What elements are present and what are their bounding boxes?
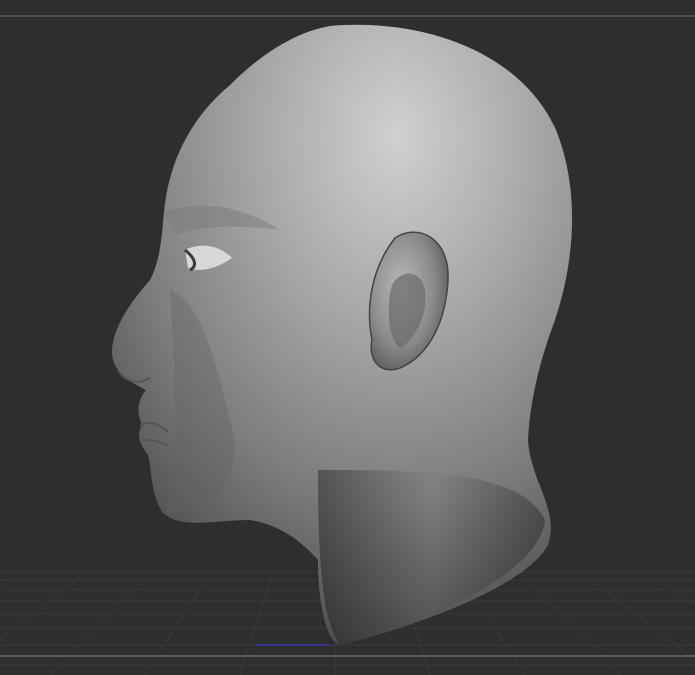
head-model[interactable] bbox=[112, 24, 573, 646]
grid-line bbox=[520, 571, 621, 675]
grid-line bbox=[0, 571, 88, 641]
grid-line bbox=[643, 571, 695, 605]
grid-line bbox=[582, 571, 695, 661]
grid-line bbox=[49, 571, 150, 675]
grid-line bbox=[144, 571, 212, 675]
grid-line bbox=[239, 571, 274, 675]
sculpt-viewport[interactable] bbox=[0, 0, 695, 675]
viewport-canvas[interactable] bbox=[0, 0, 695, 675]
